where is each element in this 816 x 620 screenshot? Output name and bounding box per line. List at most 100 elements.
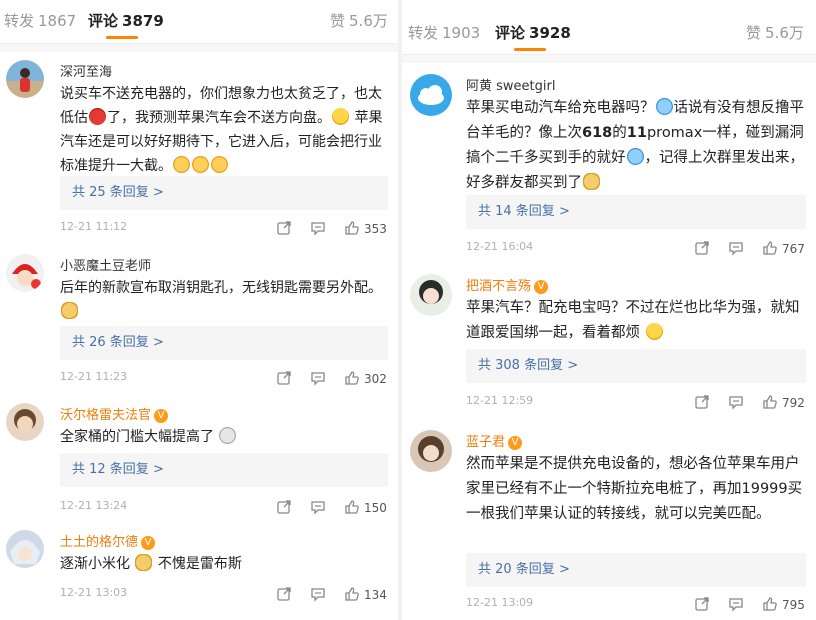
share-icon[interactable] — [694, 596, 710, 612]
eye-roll-emoji-icon — [645, 323, 663, 340]
crying-emoji-icon — [655, 98, 673, 115]
comment-actions: 767 — [402, 240, 816, 258]
like-count: 792 — [782, 396, 805, 410]
tab-label: 赞 — [746, 24, 762, 42]
user-photo-icon — [12, 264, 41, 289]
username[interactable]: 小恶魔土豆老师 — [60, 255, 151, 274]
username-text: 把酒不言殇 — [466, 279, 532, 294]
like-icon[interactable] — [762, 394, 778, 410]
vip-badge-icon: V — [154, 409, 169, 423]
comment-actions: 792 — [402, 394, 816, 412]
comment-text: 全家桶的门槛大幅提高了 — [60, 425, 390, 449]
comment-text: 苹果买电动汽车给充电器吗？ 话说有没有想反撸平台羊毛的？像上次618的11prom… — [466, 98, 804, 191]
tab-comments[interactable]: 评论 3879 — [88, 10, 164, 31]
comment-actions: 353 — [0, 220, 398, 238]
left-screenshot-panel: 转发 1867 评论 3879 赞 5.6万 深河至海 说买车不送充电器的，你们想象力… — [0, 0, 398, 620]
username[interactable]: 蓝子君 V — [466, 431, 523, 450]
tab-repost[interactable]: 转发 1867 — [4, 10, 76, 31]
share-icon[interactable] — [276, 220, 292, 236]
comment-icon[interactable] — [310, 370, 326, 386]
vip-badge-icon: V — [534, 280, 549, 294]
tab-count: 5.6万 — [765, 24, 804, 42]
replies-link[interactable]: 共 25 条回复 > — [60, 176, 388, 210]
avatar[interactable] — [410, 74, 452, 116]
username[interactable]: 土土的格尔德 V — [60, 531, 156, 550]
comment-text: 逐渐小米化 不愧是雷布斯 — [60, 554, 242, 572]
comment-actions: 150 — [0, 499, 398, 517]
comment-icon[interactable] — [728, 240, 744, 256]
username[interactable]: 深河至海 — [60, 61, 112, 80]
vip-badge-icon: V — [508, 436, 523, 450]
like-icon[interactable] — [762, 240, 778, 256]
tab-count: 3879 — [122, 12, 164, 30]
username[interactable]: 阿黄 sweetgirl — [466, 75, 555, 94]
replies-link[interactable]: 共 14 条回复 > — [466, 195, 806, 229]
avatar[interactable] — [410, 274, 452, 316]
comment-icon[interactable] — [310, 499, 326, 515]
comment-icon[interactable] — [310, 586, 326, 602]
like-icon[interactable] — [762, 596, 778, 612]
grin-emoji-icon — [332, 108, 349, 125]
apple-emoji-icon — [89, 108, 106, 125]
doge-emoji-icon — [583, 173, 600, 190]
like-icon[interactable] — [344, 586, 360, 602]
like-icon[interactable] — [344, 370, 360, 386]
like-icon[interactable] — [344, 499, 360, 515]
comment-text: 苹果汽车？配充电宝吗？不过在烂也比华为强，就知道跟爱国绑一起，看着都烦 — [466, 300, 800, 341]
share-icon[interactable] — [276, 370, 292, 386]
comment-actions: 134 — [0, 586, 398, 604]
divider — [402, 54, 816, 63]
replies-link[interactable]: 共 12 条回复 > — [60, 453, 388, 487]
replies-link[interactable]: 共 26 条回复 > — [60, 326, 388, 360]
tab-bar: 转发 1867 评论 3879 赞 5.6万 — [0, 0, 398, 44]
yum-emoji-icon — [173, 156, 190, 173]
tab-likes[interactable]: 赞 5.6万 — [330, 10, 388, 31]
avatar[interactable] — [6, 60, 44, 98]
comment-icon[interactable] — [728, 394, 744, 410]
active-tab-indicator — [514, 48, 546, 51]
tab-label: 赞 — [330, 12, 346, 30]
avatar[interactable] — [410, 430, 452, 472]
like-icon[interactable] — [344, 220, 360, 236]
tab-likes[interactable]: 赞 5.6万 — [746, 22, 804, 43]
user-photo-icon — [10, 540, 40, 564]
like-count: 150 — [364, 501, 387, 515]
cloud-avatar-icon — [418, 85, 444, 105]
avatar[interactable] — [6, 254, 44, 292]
username[interactable]: 把酒不言殇 V — [466, 275, 549, 294]
tab-comments[interactable]: 评论 3928 — [495, 22, 571, 43]
comment-text: 然而苹果是不提供充电设备的，想必各位苹果车用户家里已经有不止一个特斯拉充电桩了，… — [466, 456, 803, 522]
comment-icon[interactable] — [728, 596, 744, 612]
share-icon[interactable] — [694, 240, 710, 256]
comment-actions: 795 — [402, 596, 816, 614]
username[interactable]: 沃尔格雷夫法官 V — [60, 404, 169, 423]
replies-link[interactable]: 共 20 条回复 > — [466, 553, 806, 587]
vip-badge-icon: V — [141, 536, 156, 550]
tab-bar: 转发 1903 评论 3928 赞 5.6万 — [402, 0, 816, 44]
avatar[interactable] — [6, 403, 44, 441]
tab-label: 评论 — [88, 12, 119, 30]
tab-count: 1903 — [442, 24, 481, 42]
doge-emoji-icon — [61, 302, 78, 319]
replies-link[interactable]: 共 308 条回复 > — [466, 349, 806, 383]
yum-emoji-icon — [211, 156, 228, 173]
username-text: 沃尔格雷夫法官 — [60, 408, 152, 423]
shocked-emoji-icon — [219, 427, 237, 444]
comment-text: 说买车不送充电器的，你们想象力也太贫乏了，也太低估 了，我预测苹果汽车会不送方向盘… — [60, 86, 383, 174]
avatar[interactable] — [6, 530, 44, 568]
crying-emoji-icon — [626, 148, 644, 165]
username-text: 蓝子君 — [466, 435, 506, 450]
like-count: 767 — [782, 242, 805, 256]
tab-label: 转发 — [408, 24, 439, 42]
comment-actions: 302 — [0, 370, 398, 388]
like-count: 353 — [364, 222, 387, 236]
tab-count: 5.6万 — [349, 12, 388, 30]
like-count: 795 — [782, 598, 805, 612]
doge-emoji-icon — [135, 554, 153, 571]
tab-repost[interactable]: 转发 1903 — [408, 22, 480, 43]
divider — [0, 43, 398, 52]
share-icon[interactable] — [694, 394, 710, 410]
comment-icon[interactable] — [310, 220, 326, 236]
share-icon[interactable] — [276, 586, 292, 602]
share-icon[interactable] — [276, 499, 292, 515]
